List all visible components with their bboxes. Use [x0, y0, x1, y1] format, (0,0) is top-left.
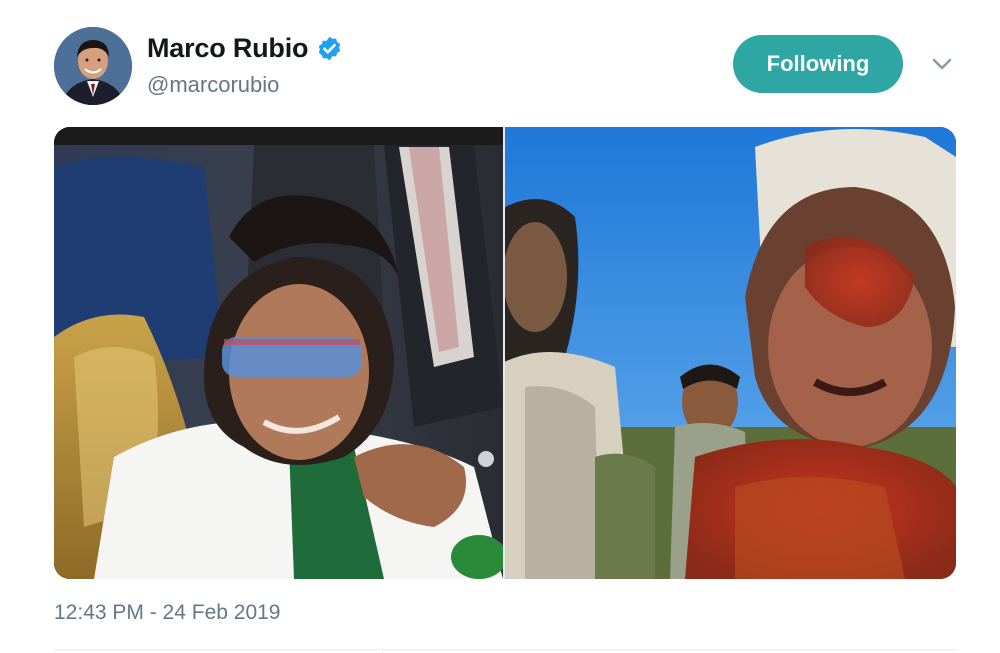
display-name[interactable]: Marco Rubio: [147, 33, 309, 64]
chevron-down-icon[interactable]: [930, 55, 954, 73]
tweet-media: [54, 127, 956, 579]
tweet-header: Marco Rubio @marcorubio Following: [0, 0, 1000, 120]
verified-badge-icon: [316, 35, 343, 62]
tweet-timestamp[interactable]: 12:43 PM - 24 Feb 2019: [54, 601, 280, 625]
media-photo-2[interactable]: [505, 127, 956, 579]
media-photo-1[interactable]: [54, 127, 503, 579]
user-handle[interactable]: @marcorubio: [147, 72, 279, 98]
following-button[interactable]: Following: [733, 35, 903, 93]
avatar[interactable]: [54, 27, 132, 105]
name-row: Marco Rubio: [147, 33, 343, 64]
divider-tick: [382, 649, 383, 653]
divider: [54, 649, 956, 650]
